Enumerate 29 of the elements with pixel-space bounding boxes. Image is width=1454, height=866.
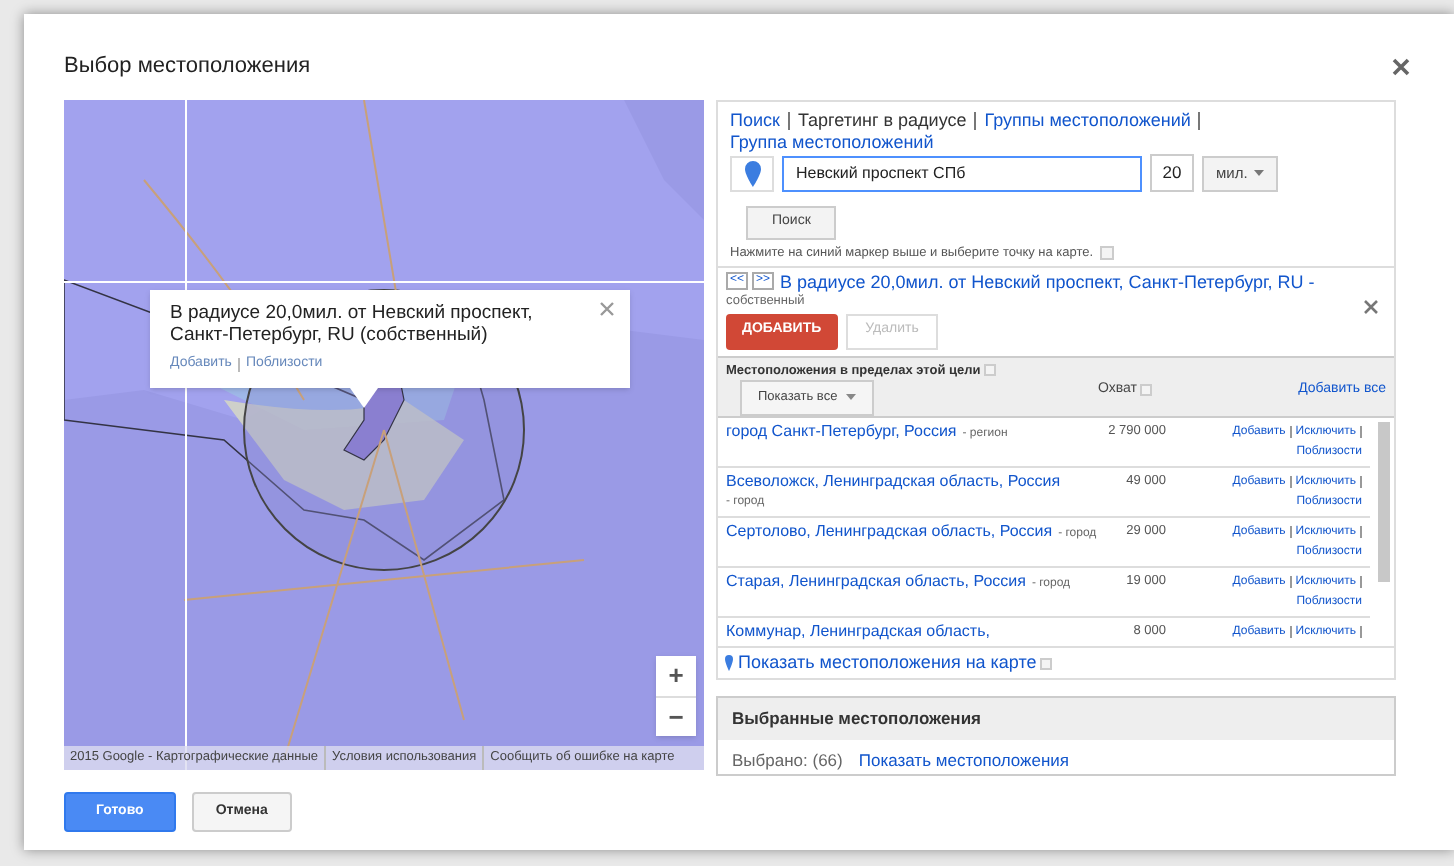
popup-text: В радиусе 20,0мил. от Невский проспект, Санкт-Петербург, RU (собственный) bbox=[170, 302, 535, 346]
panel-title: Выбранные местоположения bbox=[718, 698, 1394, 740]
zoom-out-button[interactable]: − bbox=[656, 696, 696, 736]
close-icon[interactable] bbox=[1392, 57, 1410, 75]
tab[interactable]: Группа местоположений bbox=[730, 131, 934, 152]
pin-icon bbox=[743, 159, 761, 187]
tab[interactable]: Группы местоположений bbox=[984, 110, 1191, 131]
location-link[interactable]: город Санкт-Петербург, Россия bbox=[726, 421, 957, 441]
zoom-in-button[interactable]: + bbox=[656, 656, 696, 696]
marker-button[interactable] bbox=[730, 155, 774, 191]
close-icon[interactable] bbox=[600, 302, 614, 316]
result-title[interactable]: В радиусе 20,0мил. от Невский проспект, Санкт-Петербург, RU - bbox=[780, 271, 1315, 292]
show-on-map-link[interactable]: Показать местоположения на карте bbox=[738, 649, 1037, 677]
location-link[interactable]: Коммунар, Ленинградская область, bbox=[726, 621, 990, 641]
search-field[interactable]: Невский проспект СПб bbox=[782, 155, 1142, 191]
tab[interactable]: Поиск bbox=[730, 110, 780, 131]
scrollbar-thumb[interactable] bbox=[1378, 421, 1390, 581]
tab[interactable]: Таргетинг в радиусе bbox=[797, 110, 967, 131]
caret-icon bbox=[845, 394, 856, 400]
selected-count: Выбрано: (66) bbox=[732, 747, 843, 773]
close-icon[interactable] bbox=[1364, 299, 1378, 314]
pin-icon bbox=[724, 654, 734, 672]
show-locations-link[interactable]: Показать местоположения bbox=[858, 747, 1070, 773]
dialog-title: Выбор местоположения bbox=[64, 51, 311, 82]
location-link[interactable]: Всеволожск, Ленинградская область, Россия bbox=[726, 471, 1061, 491]
radius-field[interactable]: 20 bbox=[1150, 154, 1194, 192]
location-link[interactable]: Старая, Ленинградская область, Россия bbox=[726, 571, 1026, 591]
caret-icon bbox=[1253, 170, 1264, 176]
location-link[interactable]: Сертолово, Ленинградская область, Россия bbox=[726, 521, 1053, 541]
